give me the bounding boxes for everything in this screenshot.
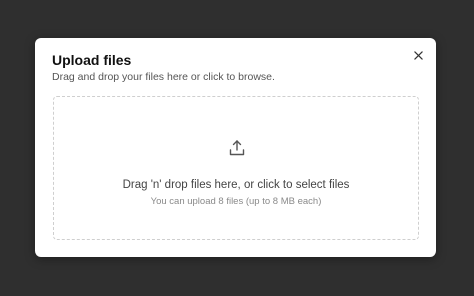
upload-dialog: Upload files Drag and drop your files he… bbox=[35, 38, 436, 257]
dropzone-title: Drag 'n' drop files here, or click to se… bbox=[122, 179, 350, 191]
close-icon bbox=[413, 50, 423, 60]
dialog-description: Drag and drop your files here or click t… bbox=[52, 71, 275, 83]
dropzone-subtitle: You can upload 8 files (up to 8 MB each) bbox=[150, 196, 322, 207]
file-dropzone[interactable]: Drag 'n' drop files here, or click to se… bbox=[53, 96, 419, 240]
dialog-title: Upload files bbox=[52, 52, 132, 68]
upload-icon bbox=[228, 139, 246, 157]
close-button[interactable] bbox=[410, 47, 426, 63]
